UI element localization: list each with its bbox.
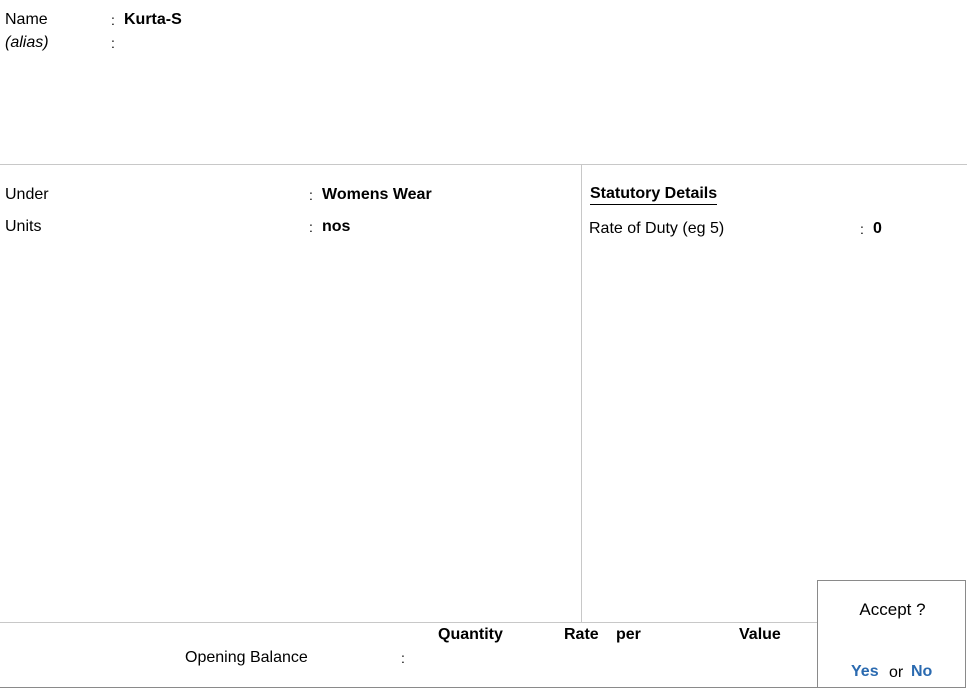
alias-field[interactable] bbox=[124, 34, 424, 54]
opening-balance-field[interactable] bbox=[420, 648, 810, 668]
opening-divider bbox=[0, 622, 817, 623]
rate-of-duty-label: Rate of Duty (eg 5) bbox=[589, 220, 725, 237]
header-divider bbox=[0, 164, 967, 165]
name-colon: : bbox=[111, 12, 115, 28]
under-label: Under bbox=[5, 186, 49, 203]
accept-prompt: Accept ? bbox=[859, 600, 926, 619]
per-column-header: per bbox=[616, 626, 641, 643]
name-field[interactable]: Kurta-S bbox=[124, 11, 182, 29]
value-column-header: Value bbox=[739, 626, 781, 643]
name-label: Name bbox=[5, 11, 48, 28]
statutory-details-title: Statutory Details bbox=[590, 185, 718, 205]
rate-of-duty-colon: : bbox=[860, 221, 864, 237]
under-field[interactable]: Womens Wear bbox=[322, 186, 432, 204]
rate-of-duty-field[interactable]: 0 bbox=[873, 220, 882, 238]
alias-colon: : bbox=[111, 35, 115, 51]
no-button[interactable]: No bbox=[911, 663, 932, 681]
alias-label: (alias) bbox=[5, 34, 49, 51]
units-field[interactable]: nos bbox=[322, 218, 350, 236]
units-colon: : bbox=[309, 219, 313, 235]
accept-dialog: Accept ? Yes or No bbox=[817, 580, 966, 688]
or-text: or bbox=[889, 664, 904, 681]
units-label: Units bbox=[5, 218, 42, 235]
rate-column-header: Rate bbox=[564, 626, 599, 643]
opening-balance-colon: : bbox=[401, 650, 405, 666]
under-colon: : bbox=[309, 187, 313, 203]
quantity-column-header: Quantity bbox=[438, 626, 503, 643]
bottom-border bbox=[0, 687, 817, 688]
yes-button[interactable]: Yes bbox=[851, 663, 879, 681]
opening-balance-label: Opening Balance bbox=[185, 649, 308, 666]
column-divider bbox=[581, 165, 582, 622]
